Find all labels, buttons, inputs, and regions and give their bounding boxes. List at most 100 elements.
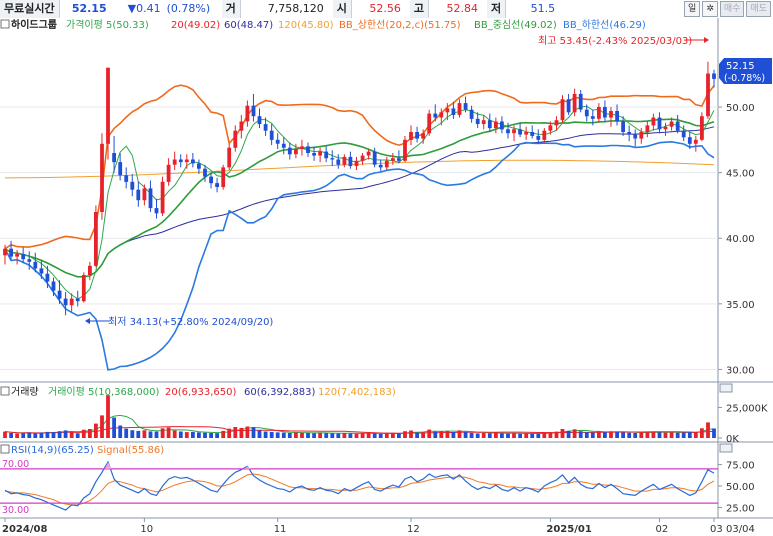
legend-ma120: 120(45.80) [278, 20, 334, 31]
volume-bar [469, 432, 474, 438]
candle-body [530, 132, 535, 136]
rsi-ref-label: 30.00 [2, 505, 29, 516]
volume-bar [33, 433, 38, 438]
volume-legend-box[interactable] [0, 386, 10, 396]
candle-body [615, 111, 619, 122]
rsi-legend-box[interactable] [0, 444, 10, 454]
volume-bar [548, 432, 553, 438]
volume-bar [384, 433, 389, 438]
volume-bar [45, 431, 50, 438]
candle-body [318, 151, 322, 156]
candle-body [257, 116, 262, 125]
price-chart-title: 하이드그룹 [11, 18, 57, 31]
x-tick-label: 10 [140, 524, 153, 535]
rsi-axis-toggle[interactable] [719, 443, 733, 453]
volume-bar [63, 430, 68, 438]
candle-body [372, 151, 377, 165]
candle-body [554, 120, 559, 126]
candle-body [663, 126, 668, 130]
candle-body [336, 159, 341, 165]
candle-body [112, 153, 116, 163]
volume-bar [136, 430, 141, 438]
volume-bar [81, 429, 86, 438]
stock-chart[interactable]: 30.00 35.00 40.00 45.00 50.00 0K 25,000K 25.00 5… [0, 18, 773, 536]
candle-body [566, 99, 571, 113]
candle-body [209, 176, 213, 184]
volume-bar [354, 433, 359, 438]
candle-body [227, 147, 232, 168]
candle-body [693, 139, 698, 144]
candle-body [57, 290, 62, 299]
volume-bar [275, 432, 280, 438]
candle-body [172, 159, 177, 165]
candle-body [354, 160, 359, 166]
candle-body [3, 248, 7, 256]
volume-bar [700, 428, 704, 438]
x-tick-label: 02 [655, 524, 668, 535]
candle-body [100, 143, 104, 212]
legend-bb-middle: BB_중심선(49.02) [474, 19, 557, 31]
x-tick-label: 03 [710, 524, 723, 535]
buy-button[interactable]: 매수 [719, 1, 745, 17]
candle-body [124, 175, 129, 182]
volume-bar [294, 432, 298, 438]
volume-bar [536, 433, 541, 438]
legend-ma60: 60(48.47) [224, 20, 273, 31]
volume-bar [433, 431, 438, 438]
sell-button[interactable]: 매도 [746, 1, 771, 17]
candle-body [451, 108, 456, 115]
candle-body [433, 113, 438, 118]
candle-body [621, 121, 625, 132]
candle-body [275, 139, 280, 144]
price-legend-box[interactable] [0, 19, 10, 29]
volume-axis-toggle[interactable] [719, 383, 733, 393]
candle-body [706, 73, 710, 117]
volume-bar [124, 428, 129, 438]
volume-bar [51, 432, 56, 438]
candle-body [445, 108, 450, 113]
volume-bar [542, 432, 547, 438]
volume-bar [263, 431, 268, 438]
candle-body [700, 116, 704, 140]
candle-body [421, 133, 425, 139]
price-tick-label: 35.00 [726, 300, 755, 311]
candle-body [560, 99, 565, 121]
volume-tick-label: 25,000K [726, 403, 768, 414]
candle-body [487, 120, 492, 129]
volume-bar [669, 432, 674, 438]
candle-body [130, 181, 135, 190]
settings-icon[interactable]: ✲ [702, 1, 718, 17]
candle-body [136, 189, 141, 201]
volume-bar [554, 431, 559, 438]
volume-bar [300, 432, 304, 438]
volume-bar [15, 433, 19, 438]
candle-body [269, 130, 274, 140]
candle-body [51, 281, 56, 291]
candle-body [457, 103, 462, 115]
low-label: 저 [486, 0, 507, 18]
volume-bar [651, 431, 656, 438]
volume-bar [524, 433, 529, 438]
volume-bar [100, 415, 104, 438]
volume-bar [645, 432, 650, 438]
candle-body [281, 143, 286, 148]
volume-bar [487, 433, 492, 438]
volume-bar [203, 432, 207, 438]
volume-bar [306, 432, 310, 438]
period-daily-button[interactable]: 일 [684, 1, 701, 17]
candle-body [94, 212, 98, 266]
volume-bar [378, 433, 383, 438]
candle-body [391, 158, 395, 161]
candle-body [578, 93, 583, 110]
candle-body [518, 129, 522, 135]
price-legend: 하이드그룹 가격이평 5(50.33) 20(49.02) 60(48.47) … [0, 18, 646, 31]
volume-bar [281, 432, 286, 438]
high-label: 고 [409, 0, 429, 18]
candle-body [191, 159, 195, 164]
candle-body [590, 116, 595, 119]
rsi-legend: RSI(14,9)(65.25) Signal(55.86) [0, 444, 164, 456]
legend-ma5: 가격이평 5(50.33) [66, 18, 149, 31]
candle-body [463, 103, 468, 110]
candle-body [118, 162, 123, 176]
candle-body [294, 149, 298, 155]
